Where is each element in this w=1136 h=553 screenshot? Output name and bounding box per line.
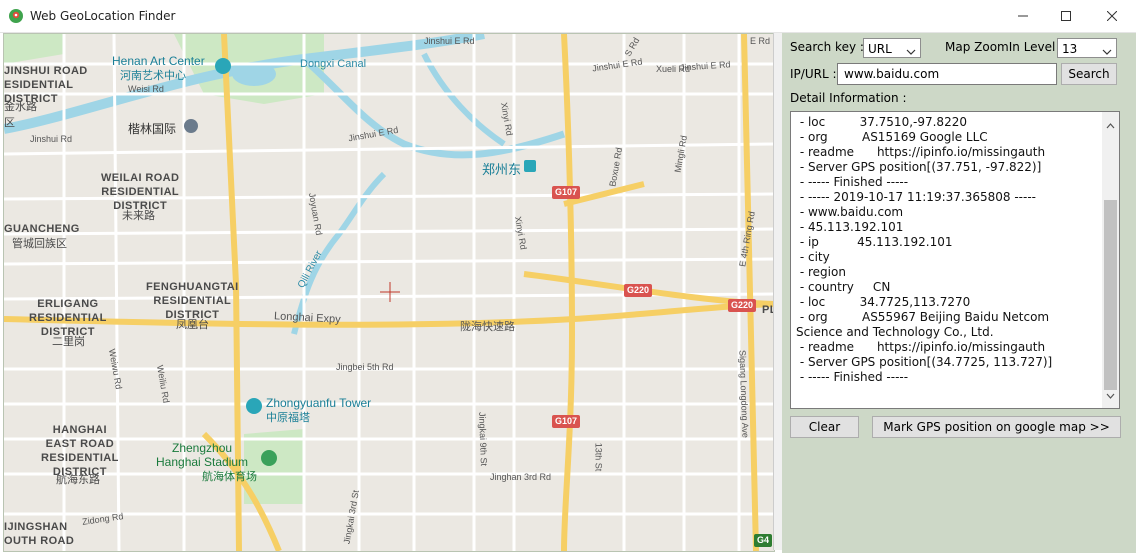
clear-button[interactable]: Clear [790,416,859,438]
detail-line: - ip 45.113.192.101 [796,235,953,249]
detail-line: - readme https://ipinfo.io/missingauth [796,145,1046,159]
highway-shield: G220 [624,284,653,297]
road-label: Jingbei 5th Rd [336,362,394,372]
road-label: Jingkai 9th St [477,411,489,467]
road-label: Xueli Rd [656,64,691,74]
road-label: E Rd [750,36,771,46]
detail-line: - city [796,250,830,264]
detail-line: - 45.113.192.101 [796,220,904,234]
district-label-cn: 金水路 区 [4,101,37,129]
app-icon [8,8,24,24]
google-map-view[interactable]: JINSHUI ROAD ESIDENTIAL DISTRICT 金水路 区 W… [3,33,775,552]
district-label-cn: 管城回族区 [12,238,67,250]
highway-shield: G220 [728,299,757,312]
minimize-icon[interactable] [1000,0,1046,31]
detail-line: - ----- 2019-10-17 11:19:37.365808 ----- [796,190,1036,204]
poi-label-cn: 河南艺术中心 [120,70,186,82]
road-label: 13th St [593,442,604,472]
detail-line: - region [796,265,846,279]
highway-shield: G107 [552,186,581,199]
search-button[interactable]: Search [1061,63,1117,85]
poi-label[interactable]: Zhengzhou Hanghai Stadium [156,441,248,469]
road-label: Jinshui Rd [30,134,73,144]
title-bar: Web GeoLocation Finder [0,0,1136,33]
detail-line: - org AS15169 Google LLC [796,130,988,144]
search-key-value: URL [868,42,892,56]
district-label-cn: 未来路 [122,210,155,222]
detail-info-text: - loc 37.7510,-97.8220 - org AS15169 Goo… [796,115,1096,385]
chevron-down-icon [906,44,916,58]
detail-line: - Server GPS position[(37.751, -97.822)] [796,160,1042,174]
search-key-label: Search key : [790,40,864,54]
window-title: Web GeoLocation Finder [30,9,176,23]
detail-info-label: Detail Information : [790,91,907,105]
maximize-icon[interactable] [1043,0,1089,31]
poi-label[interactable]: 郑州东 [482,159,521,178]
zoom-level-dropdown[interactable]: 13 [1057,38,1117,58]
district-label-cn: 二里岗 [52,336,85,348]
search-key-dropdown[interactable]: URL [863,38,921,58]
scroll-down-icon[interactable] [1106,386,1115,404]
district-label: IJINGSHAN OUTH ROAD [4,521,75,547]
poi-label-cn: 中原福塔 [266,412,310,424]
detail-line: - Server GPS position[(34.7725, 113.727)… [796,355,1053,369]
road-label: Dongxi Canal [300,58,367,70]
highway-shield: G4 [754,534,773,547]
detail-line: - loc 34.7725,113.7270 [796,295,971,309]
district-label: GUANCHENG [4,223,80,235]
close-icon[interactable] [1089,0,1135,31]
poi-label[interactable]: Henan Art Center [112,54,205,68]
poi-label[interactable]: 楷林国际 [128,120,176,137]
road-label: Jinshui E Rd [424,36,475,46]
road-label-cn: 陇海快速路 [460,321,515,333]
detail-line: - org AS55967 Beijing Baidu Netcom Scien… [796,310,1053,339]
mark-gps-button[interactable]: Mark GPS position on google map >> [872,416,1121,438]
detail-line: - loc 37.7510,-97.8220 [796,115,967,129]
detail-line: - country CN [796,280,891,294]
scroll-up-icon[interactable] [1106,116,1115,134]
control-panel: Search key : URL Map ZoomIn Level : 13 I… [782,33,1136,553]
detail-line: - www.baidu.com [796,205,904,219]
highway-shield: G107 [552,415,581,428]
map-scrollbar[interactable] [773,33,782,550]
detail-scrollbar[interactable] [1102,112,1119,408]
detail-line: - readme https://ipinfo.io/missingauth [796,340,1046,354]
scroll-thumb[interactable] [1104,200,1117,390]
ip-url-label: IP/URL : [790,67,837,81]
zoom-level-value: 13 [1062,42,1078,56]
poi-label-cn: 航海体育场 [202,471,257,483]
detail-info-textarea[interactable]: - loc 37.7510,-97.8220 - org AS15169 Goo… [790,111,1120,409]
detail-line: - ----- Finished ----- [796,175,909,189]
district-label-cn: 航海东路 [56,474,100,486]
road-label: Weisi Rd [128,84,164,94]
district-label-cn: 凤凰台 [176,319,209,331]
detail-line: - ----- Finished ----- [796,370,909,384]
chevron-down-icon [1102,44,1112,58]
zoom-level-label: Map ZoomIn Level : [945,40,1064,54]
poi-label[interactable]: Zhongyuanfu Tower [266,396,371,410]
ip-url-input[interactable]: www.baidu.com [837,63,1057,85]
road-label: Jinghan 3rd Rd [490,472,552,482]
map-base-layer [4,34,774,551]
